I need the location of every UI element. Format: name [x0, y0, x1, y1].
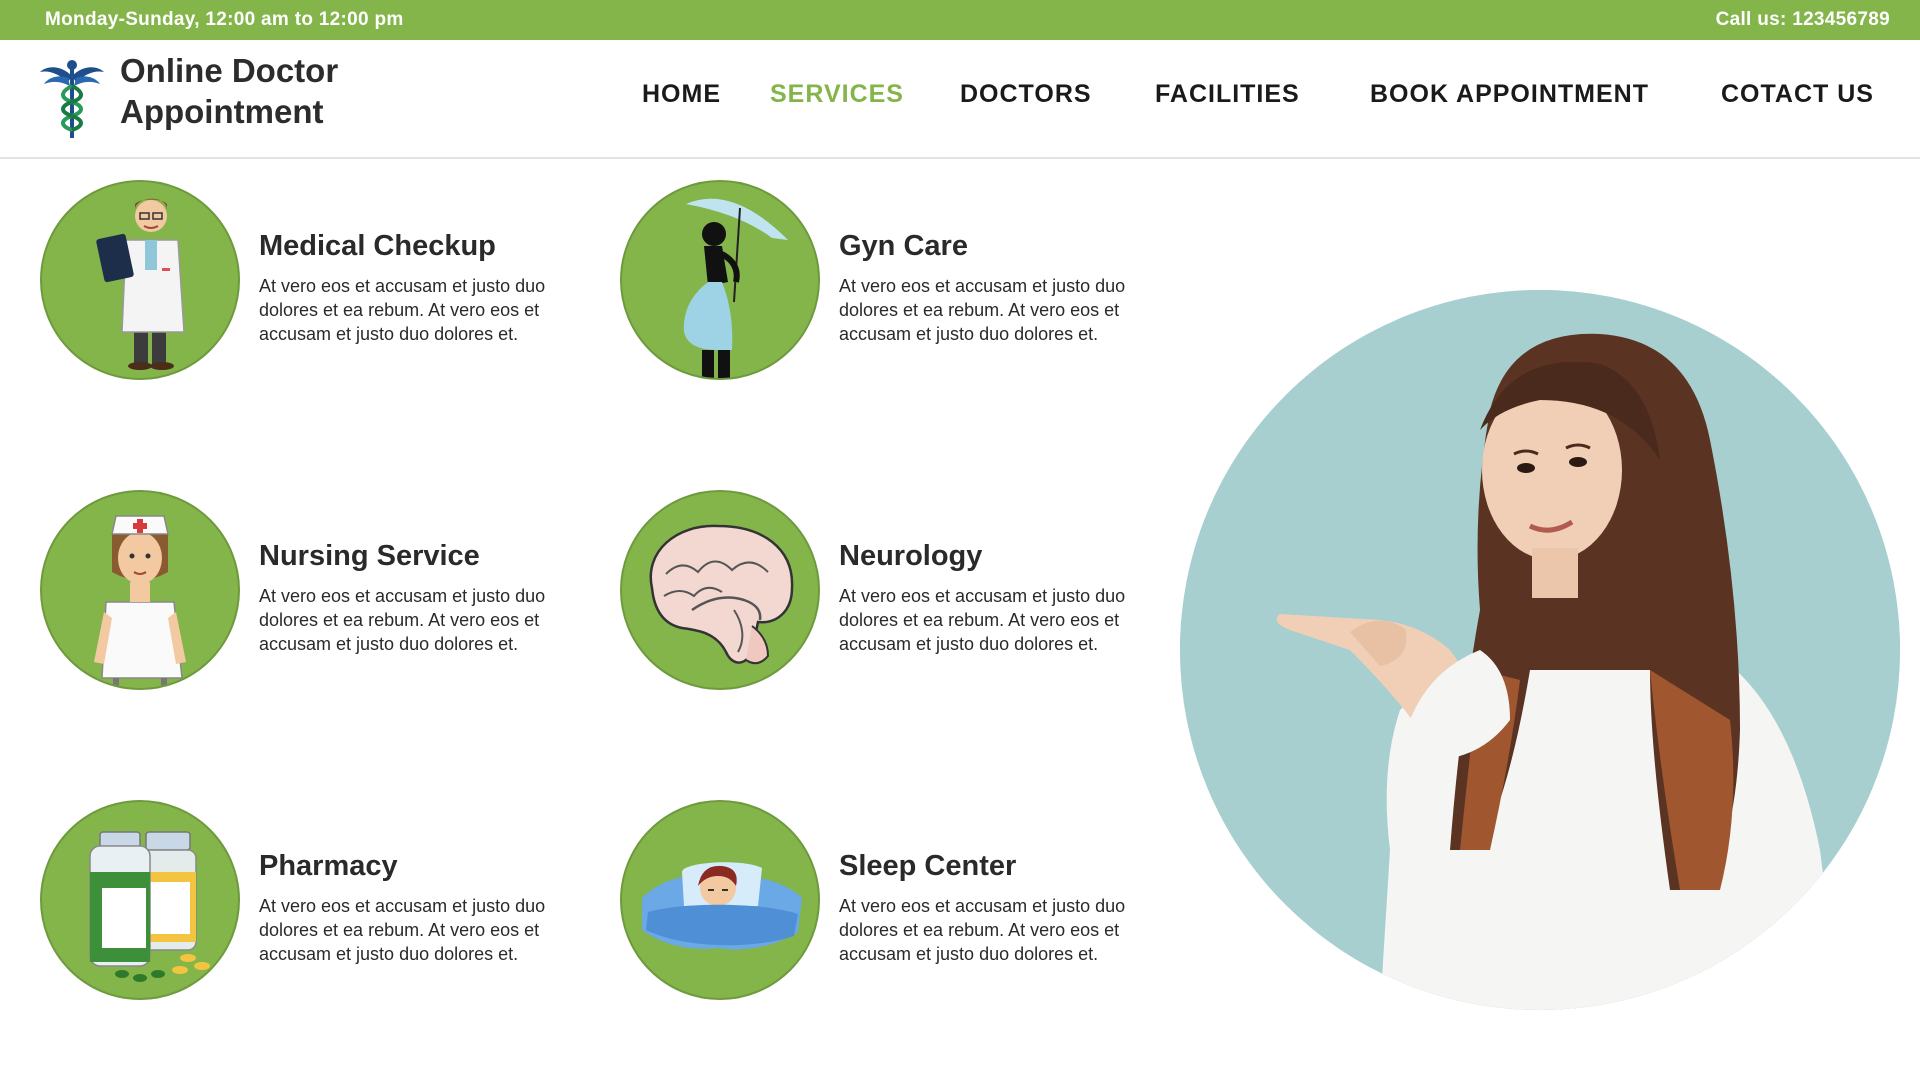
service-title[interactable]: Nursing Service [259, 540, 480, 573]
nav-doctors[interactable]: DOCTORS [960, 80, 1092, 109]
nav-book-appointment[interactable]: BOOK APPOINTMENT [1370, 80, 1649, 109]
service-medical-checkup[interactable]: Medical Checkup At vero eos et accusam e… [40, 180, 600, 380]
nurse-icon [40, 490, 240, 690]
brain-icon [620, 490, 820, 690]
service-description: At vero eos et accusam et justo duo dolo… [259, 586, 546, 654]
brand-line-1: Online Doctor [120, 52, 339, 89]
caduceus-icon[interactable] [38, 56, 106, 140]
nav-contact-us[interactable]: COTACT US [1721, 80, 1874, 109]
service-title[interactable]: Gyn Care [839, 230, 968, 263]
service-nursing[interactable]: Nursing Service At vero eos et accusam e… [40, 490, 600, 690]
service-neurology[interactable]: Neurology At vero eos et accusam et just… [620, 490, 1180, 690]
brand-line-2: Appointment [120, 93, 324, 130]
sleeping-person-icon [620, 800, 820, 1000]
phone-number[interactable]: Call us: 123456789 [1716, 9, 1890, 31]
service-pharmacy[interactable]: Pharmacy At vero eos et accusam et justo… [40, 800, 600, 1000]
service-title[interactable]: Medical Checkup [259, 230, 496, 263]
service-description: At vero eos et accusam et justo duo dolo… [839, 276, 1126, 344]
service-description: At vero eos et accusam et justo duo dolo… [839, 586, 1126, 654]
top-info-bar: Monday-Sunday, 12:00 am to 12:00 pm Call… [0, 0, 1920, 40]
pregnant-woman-icon [620, 180, 820, 380]
service-title[interactable]: Sleep Center [839, 850, 1016, 883]
doctor-icon [40, 180, 240, 380]
service-sleep-center[interactable]: Sleep Center At vero eos et accusam et j… [620, 800, 1180, 1000]
service-gyn-care[interactable]: Gyn Care At vero eos et accusam et justo… [620, 180, 1180, 380]
nav-home[interactable]: HOME [642, 80, 721, 109]
service-title[interactable]: Neurology [839, 540, 982, 573]
service-description: At vero eos et accusam et justo duo dolo… [839, 896, 1126, 964]
service-description: At vero eos et accusam et justo duo dolo… [259, 276, 546, 344]
hero-woman-pointing-image [1180, 290, 1900, 1010]
pill-bottles-icon [40, 800, 240, 1000]
nav-services[interactable]: SERVICES [770, 80, 904, 109]
brand-name[interactable]: Online Doctor Appointment [120, 50, 338, 132]
nav-facilities[interactable]: FACILITIES [1155, 80, 1300, 109]
opening-hours: Monday-Sunday, 12:00 am to 12:00 pm [45, 9, 404, 30]
service-description: At vero eos et accusam et justo duo dolo… [259, 896, 546, 964]
service-title[interactable]: Pharmacy [259, 850, 398, 883]
site-header: Online Doctor Appointment HOME SERVICES … [0, 40, 1920, 159]
